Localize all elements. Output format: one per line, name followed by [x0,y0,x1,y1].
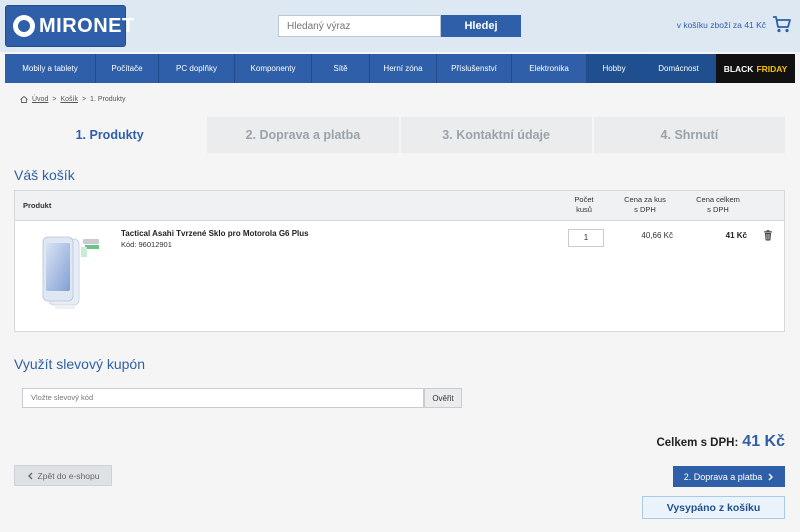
step-shipping-payment[interactable]: 2. Doprava a platba [205,117,399,153]
nav-item-site[interactable]: Sítě [312,54,370,83]
column-qty-line2: kusů [576,205,592,214]
product-code: Kód: 96012901 [121,240,172,249]
column-unit-price: Cena za kus s DPH [613,195,677,215]
unit-price: 40,66 Kč [641,231,673,240]
breadcrumb-home[interactable]: Úvod [32,96,48,103]
total-price: 41 Kč [725,231,747,240]
column-product: Produkt [23,201,52,210]
main-navigation: Mobily a tablety Počítače PC doplňky Kom… [5,54,795,83]
coupon-title: Využít slevový kupón [14,356,145,372]
logo[interactable]: MIRONET [5,5,134,47]
nav-item-elektronika[interactable]: Elektronika [512,54,587,83]
breadcrumb-cart[interactable]: Košík [60,96,78,103]
nav-item-prislusenstvi[interactable]: Příslušenství [437,54,512,83]
column-total-price-line1: Cena celkem [696,195,740,204]
nav-item-herni-zona[interactable]: Herní zóna [370,54,437,83]
coupon-input[interactable]: Vložte slevový kód [22,388,424,408]
breadcrumb-separator: > [81,96,87,103]
step-summary[interactable]: 4. Shrnutí [591,117,785,153]
logo-text: MIRONET [39,14,135,37]
search-input[interactable] [278,15,441,37]
nav-item-hobby[interactable]: Hobby [587,54,642,83]
column-qty: Počet kusů [563,195,605,215]
step-products[interactable]: 1. Produkty [14,117,206,153]
logo-mark-icon [13,15,35,37]
nav-item-komponenty[interactable]: Komponenty [235,54,312,83]
column-unit-price-line2: s DPH [634,205,656,214]
chevron-right-icon [768,473,774,480]
breadcrumb: Úvod > Košík > 1. Produkty [20,96,125,103]
chevron-left-icon [27,472,33,479]
black-friday-friday: FRIDAY [756,63,788,74]
total-label: Celkem s DPH: [656,437,739,449]
verify-coupon-button[interactable]: Ověřit [424,388,462,408]
next-step-button[interactable]: 2. Doprava a platba [673,466,785,487]
cart-icon[interactable] [772,14,792,34]
column-qty-line1: Počet [574,195,594,204]
column-total-price-line2: s DPH [707,205,729,214]
nav-item-mobily[interactable]: Mobily a tablety [5,54,96,83]
nav-item-pc-doplnky[interactable]: PC doplňky [159,54,235,83]
cart-table-header: Produkt Počet kusů Cena za kus s DPH Cen… [15,191,784,221]
breadcrumb-separator: > [52,96,57,103]
nav-item-pocitace[interactable]: Počítače [96,54,159,83]
emptied-cart-notice[interactable]: Vysypáno z košíku [642,496,785,519]
cart-summary[interactable]: v košíku zboží za 41 Kč [677,20,766,30]
trash-icon[interactable] [763,230,773,241]
product-image[interactable] [35,233,115,313]
product-name[interactable]: Tactical Asahi Tvrzené Sklo pro Motorola… [121,229,309,238]
cart-title: Váš košík [14,167,75,183]
home-icon [20,96,28,103]
quantity-input[interactable]: 1 [568,229,604,247]
next-step-label: 2. Doprava a platba [683,471,763,482]
back-to-shop-label: Zpět do e-shopu [37,470,100,481]
cart-table: Produkt Počet kusů Cena za kus s DPH Cen… [14,190,785,332]
column-unit-price-line1: Cena za kus [624,195,666,204]
nav-item-black-friday[interactable]: BLACK FRIDAY [716,54,795,83]
total-value: 41 Kč [742,433,785,450]
order-total: Celkem s DPH: 41 Kč [656,433,785,451]
search-button[interactable]: Hledej [441,15,521,37]
step-contact-details[interactable]: 3. Kontaktní údaje [398,117,592,153]
nav-item-domacnost[interactable]: Domácnost [642,54,716,83]
site-header: MIRONET Hledej v košíku zboží za 41 Kč [0,0,800,52]
column-total-price: Cena celkem s DPH [683,195,753,215]
black-friday-black: BLACK [723,63,754,74]
back-to-shop-button[interactable]: Zpět do e-shopu [14,465,112,486]
breadcrumb-current: 1. Produkty [90,96,126,103]
checkout-steps: 1. Produkty 2. Doprava a platba 3. Konta… [14,117,785,153]
